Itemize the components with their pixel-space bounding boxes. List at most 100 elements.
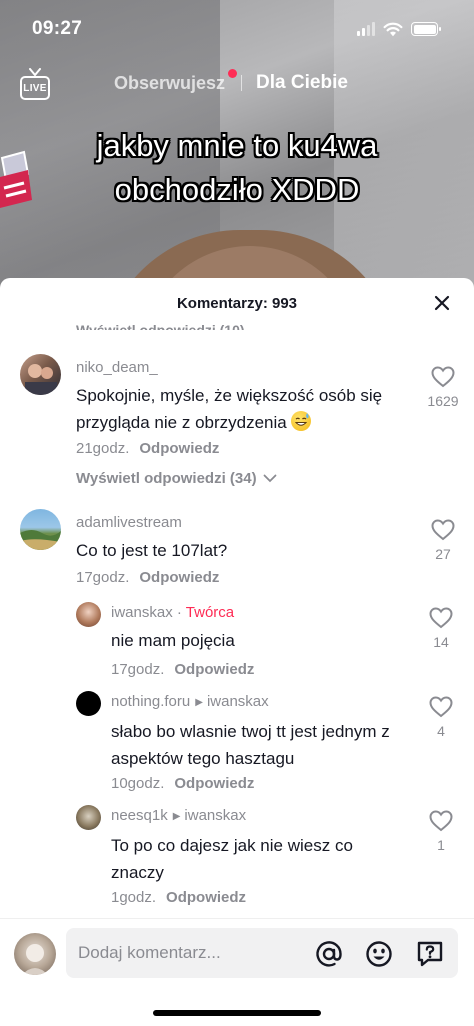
- comment-input[interactable]: Dodaj komentarz...: [66, 928, 458, 978]
- live-tv-icon: LIVE: [20, 76, 50, 100]
- comment-time: 17godz.: [76, 569, 130, 586]
- reply-button[interactable]: Odpowiedz: [174, 661, 254, 678]
- reply-button[interactable]: Odpowiedz: [139, 569, 219, 586]
- question-icon[interactable]: [416, 940, 444, 968]
- reply-button[interactable]: Odpowiedz: [174, 775, 254, 792]
- reply-meta: 17godz. Odpowiedz: [111, 661, 254, 678]
- emoji-icon[interactable]: [365, 940, 393, 968]
- comment-text-content: Spokojnie, myśle, że większość osób się …: [76, 386, 383, 432]
- like-button[interactable]: 1: [417, 810, 465, 853]
- view-replies-label: Wyświetl odpowiedzi (34): [76, 470, 257, 487]
- tab-following[interactable]: Obserwujesz: [114, 68, 238, 94]
- comment-time: 21godz.: [76, 440, 130, 457]
- reply-username: neesq1k ▶ iwanskax: [111, 807, 246, 824]
- top-nav: LIVE Obserwujesz Dla Ciebie: [0, 64, 474, 104]
- reply-text: słabo bo wlasnie twoj tt jest jednym z a…: [111, 722, 390, 768]
- view-replies-cutoff[interactable]: Wyświetl odpowiedzi (10): [76, 318, 245, 330]
- heart-icon: [431, 366, 455, 388]
- reply-username-label[interactable]: iwanskax: [111, 604, 173, 621]
- at-mention-icon[interactable]: [315, 940, 343, 968]
- chevron-down-icon: [263, 474, 276, 483]
- like-button[interactable]: 4: [417, 696, 465, 739]
- reply-time: 10godz.: [111, 775, 165, 792]
- live-label: LIVE: [23, 82, 47, 94]
- comment-input-bar: Dodaj komentarz...: [0, 918, 474, 1026]
- reply-time: 1godz.: [111, 889, 157, 906]
- comment-username[interactable]: niko_deam_: [76, 359, 158, 376]
- comment-item: niko_deam_ Spokojnie, myśle, że większoś…: [0, 354, 474, 534]
- reply-username: nothing.foru ▶ iwanskax: [111, 693, 269, 710]
- view-replies-button[interactable]: Wyświetl odpowiedzi (34): [76, 470, 277, 487]
- avatar[interactable]: [20, 509, 61, 550]
- heart-icon: [429, 696, 453, 718]
- comments-sheet: Komentarzy: 993 Wyświetl odpowiedzi (10)…: [0, 278, 474, 1026]
- like-count: 27: [435, 546, 451, 562]
- heart-icon: [431, 519, 455, 541]
- video-caption: jakby mnie to ku4wa obchodziło XDDD: [0, 124, 474, 212]
- like-count: 1629: [427, 393, 459, 409]
- avatar[interactable]: [76, 805, 101, 830]
- comment-item: adamlivestream Co to jest te 107lat? 17g…: [0, 509, 474, 589]
- reply-button[interactable]: Odpowiedz: [166, 889, 246, 906]
- home-indicator: [153, 1010, 321, 1016]
- cellular-signal-icon: [357, 22, 375, 36]
- like-button[interactable]: 27: [419, 519, 467, 562]
- side-sticker-icon[interactable]: [0, 148, 34, 218]
- reply-text: To po co dajesz jak nie wiesz co znaczy: [111, 836, 353, 882]
- like-button[interactable]: 1629: [419, 366, 467, 409]
- like-count: 4: [437, 723, 445, 739]
- tab-following-label: Obserwujesz: [114, 72, 226, 93]
- tab-divider: [241, 75, 243, 91]
- avatar-image: [20, 530, 61, 550]
- caption-line-2: obchodziło XDDD: [114, 172, 360, 207]
- reply-item: nothing.foru ▶ iwanskax słabo bo wlasnie t…: [0, 691, 474, 796]
- comment-meta: 21godz. Odpowiedz: [76, 440, 219, 457]
- avatar-image: [25, 364, 57, 395]
- heart-icon: [429, 810, 453, 832]
- reply-to-username[interactable]: iwanskax: [207, 693, 269, 710]
- comment-input-placeholder: Dodaj komentarz...: [78, 943, 221, 962]
- status-time: 09:27: [32, 18, 83, 39]
- reply-username: iwanskax · Twórca: [111, 604, 234, 621]
- my-avatar[interactable]: [14, 933, 56, 975]
- status-icons: [357, 22, 441, 37]
- notification-dot: [228, 68, 238, 78]
- comment-text: Spokojnie, myśle, że większość osób się …: [76, 382, 396, 436]
- avatar[interactable]: [76, 691, 101, 716]
- reply-meta: 1godz. Odpowiedz: [111, 889, 246, 906]
- reply-button[interactable]: Odpowiedz: [139, 440, 219, 457]
- username-separator: ·: [176, 604, 182, 621]
- avatar[interactable]: [20, 354, 61, 395]
- live-button[interactable]: LIVE: [18, 68, 52, 100]
- tv-antenna-icon: [29, 68, 41, 76]
- reply-item: neesq1k ▶ iwanskax To po co dajesz jak nie…: [0, 805, 474, 910]
- sweat-smile-emoji-icon: [291, 411, 312, 431]
- reply-to-username[interactable]: iwanskax: [184, 807, 246, 824]
- reply-username-label[interactable]: nothing.foru: [111, 693, 190, 710]
- close-icon[interactable]: [432, 293, 452, 313]
- comments-count-title: Komentarzy: 993: [176, 294, 298, 312]
- avatar[interactable]: [76, 602, 101, 627]
- reply-text: nie mam pojęcia: [111, 631, 235, 650]
- caption-line-1: jakby mnie to ku4wa: [96, 128, 378, 163]
- comment-meta: 17godz. Odpowiedz: [76, 569, 219, 586]
- comment-username[interactable]: adamlivestream: [76, 514, 182, 531]
- like-count: 1: [437, 837, 445, 853]
- feed-tabs: Obserwujesz Dla Ciebie: [114, 68, 348, 94]
- tab-for-you[interactable]: Dla Ciebie: [256, 72, 348, 94]
- battery-icon: [411, 22, 441, 36]
- reply-meta: 10godz. Odpowiedz: [111, 775, 254, 792]
- like-count: 14: [433, 634, 449, 650]
- comment-text: Co to jest te 107lat?: [76, 541, 228, 560]
- reply-time: 17godz.: [111, 661, 165, 678]
- heart-icon: [429, 607, 453, 629]
- reply-item: iwanskax · Twórca nie mam pojęcia 17godz…: [0, 602, 474, 682]
- status-bar: 09:27: [0, 0, 474, 58]
- avatar-image: [22, 944, 48, 975]
- creator-badge: Twórca: [185, 604, 235, 621]
- wifi-icon: [383, 22, 403, 36]
- reply-username-label[interactable]: neesq1k: [111, 807, 168, 824]
- reply-arrow-icon: ▶: [195, 697, 203, 708]
- reply-arrow-icon: ▶: [172, 811, 181, 822]
- like-button[interactable]: 14: [417, 607, 465, 650]
